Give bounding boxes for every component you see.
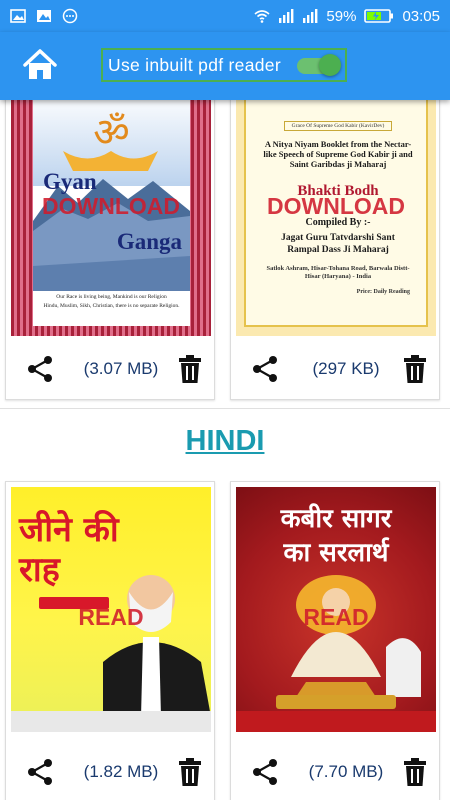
cover-footer-line2: Hindu, Muslim, Sikh, Christian, there is…	[43, 303, 180, 309]
book-cover-jeene-ki-raah[interactable]: जीने की राह READ	[11, 487, 211, 732]
switch-thumb	[319, 54, 341, 76]
pdf-reader-toggle-label: Use inbuilt pdf reader	[108, 54, 281, 75]
section-title-hindi: HINDI	[185, 425, 265, 457]
book-card-jeene-ki-raah: जीने की राह READ (1.82 MB)	[5, 481, 215, 800]
cover-title-line1: Gyan	[43, 169, 97, 194]
book-card-bhakti-bodh: Grace Of Supreme God Kabir (KavirDev) A …	[230, 100, 440, 400]
cover-title-line2: Ganga	[116, 229, 182, 254]
cover-price: Price: Daily Reading	[356, 289, 410, 295]
clock: 03:05	[402, 7, 440, 25]
pdf-reader-toggle-row[interactable]: Use inbuilt pdf reader	[101, 48, 347, 82]
book-cover-kabir-sagar[interactable]: कबीर सागर का सरलार्थ READ	[236, 487, 436, 732]
signal-icon-1	[279, 9, 294, 23]
read-overlay[interactable]: READ	[11, 604, 211, 631]
signal-icon-2	[303, 9, 318, 23]
cover-author: Jagat Guru Tatvdarshi Sant Rampal Dass J…	[281, 233, 395, 255]
share-icon[interactable]	[26, 355, 54, 383]
book-list[interactable]: ॐ Gyan Ganga Our Race is living being, M…	[0, 100, 450, 800]
book-card-footer: (297 KB)	[231, 341, 439, 397]
share-icon[interactable]	[251, 355, 279, 383]
download-overlay[interactable]: DOWNLOAD	[236, 193, 436, 220]
book-card-kabir-sagar: कबीर सागर का सरलार्थ READ (7.70 MB)	[230, 481, 440, 800]
file-size: (7.70 MB)	[308, 762, 384, 781]
delete-icon[interactable]	[178, 758, 202, 786]
book-cover-bhakti-bodh[interactable]: Grace Of Supreme God Kabir (KavirDev) A …	[236, 100, 436, 336]
delete-icon[interactable]	[403, 758, 427, 786]
cover-description: A Nitya Niyam Booklet from the Nectar-li…	[263, 139, 413, 169]
notification-more-icon	[62, 8, 78, 24]
wifi-icon	[254, 10, 270, 23]
notification-gallery-icon	[37, 10, 51, 22]
app-bar: Use inbuilt pdf reader	[0, 32, 450, 100]
battery-percent: 59%	[326, 7, 357, 25]
cover-top-banner: Grace Of Supreme God Kabir (KavirDev)	[284, 121, 392, 131]
delete-icon[interactable]	[178, 355, 202, 383]
battery-icon	[364, 9, 394, 23]
file-size: (1.82 MB)	[83, 762, 159, 781]
pdf-reader-switch[interactable]	[295, 54, 341, 76]
share-icon[interactable]	[251, 758, 279, 786]
notification-image-icon	[10, 9, 26, 23]
file-size: (3.07 MB)	[83, 359, 159, 378]
read-overlay[interactable]: READ	[236, 604, 436, 631]
home-icon[interactable]	[22, 48, 58, 82]
book-card-footer: (1.82 MB)	[6, 744, 214, 800]
delete-icon[interactable]	[403, 355, 427, 383]
status-bar: 59% 03:05	[0, 0, 450, 32]
cover-address: Satlok Ashram, Hisar-Tohana Road, Barwal…	[266, 265, 410, 280]
section-divider	[0, 408, 450, 409]
download-overlay[interactable]: DOWNLOAD	[11, 193, 211, 220]
book-cover-gyan-ganga[interactable]: ॐ Gyan Ganga Our Race is living being, M…	[11, 100, 211, 336]
book-card-gyan-ganga: ॐ Gyan Ganga Our Race is living being, M…	[5, 100, 215, 400]
file-size: (297 KB)	[312, 359, 380, 378]
app-screen: 59% 03:05 Use inbuilt pdf reader ॐ Gyan …	[0, 0, 450, 800]
book-card-footer: (3.07 MB)	[6, 341, 214, 397]
cover-footer-line1: Our Race is living being, Mankind is our…	[56, 294, 167, 300]
book-card-footer: (7.70 MB)	[231, 744, 439, 800]
cover-om-symbol: ॐ	[93, 110, 130, 156]
share-icon[interactable]	[26, 758, 54, 786]
